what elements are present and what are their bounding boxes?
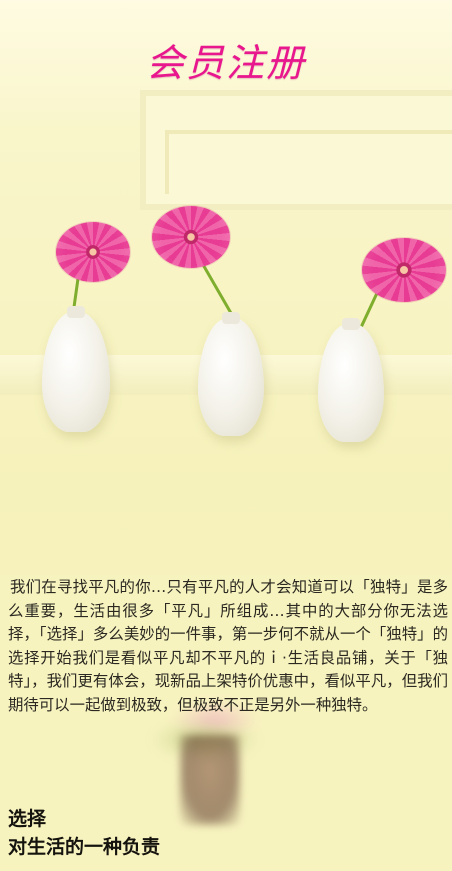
- flower-stem: [200, 261, 234, 317]
- hero-photo: 会员注册: [0, 0, 452, 575]
- window-inner-frame: [165, 130, 452, 194]
- page-title: 会员注册: [145, 41, 306, 85]
- white-vase-icon: [318, 318, 384, 442]
- white-vase-icon: [198, 312, 264, 436]
- slogan-line-2: 对生活的一种负责: [8, 836, 161, 858]
- pink-gerbera-flower-icon: [56, 222, 130, 282]
- background-haze: [0, 420, 452, 575]
- slogan: 选择 对生活的一种负责: [8, 805, 448, 861]
- pink-gerbera-flower-icon: [152, 206, 230, 268]
- registration-page: 会员注册 我们在寻找平凡的你…只有平凡的人才会知道可以「独特」是多么重要，生活由…: [0, 0, 452, 871]
- white-vase-icon: [42, 306, 110, 432]
- pink-gerbera-flower-icon: [362, 238, 446, 302]
- flower-stem: [358, 291, 379, 331]
- intro-paragraph: 我们在寻找平凡的你…只有平凡的人才会知道可以「独特」是多么重要，生活由很多「平凡…: [8, 578, 448, 714]
- slogan-line-1: 选择: [8, 808, 47, 830]
